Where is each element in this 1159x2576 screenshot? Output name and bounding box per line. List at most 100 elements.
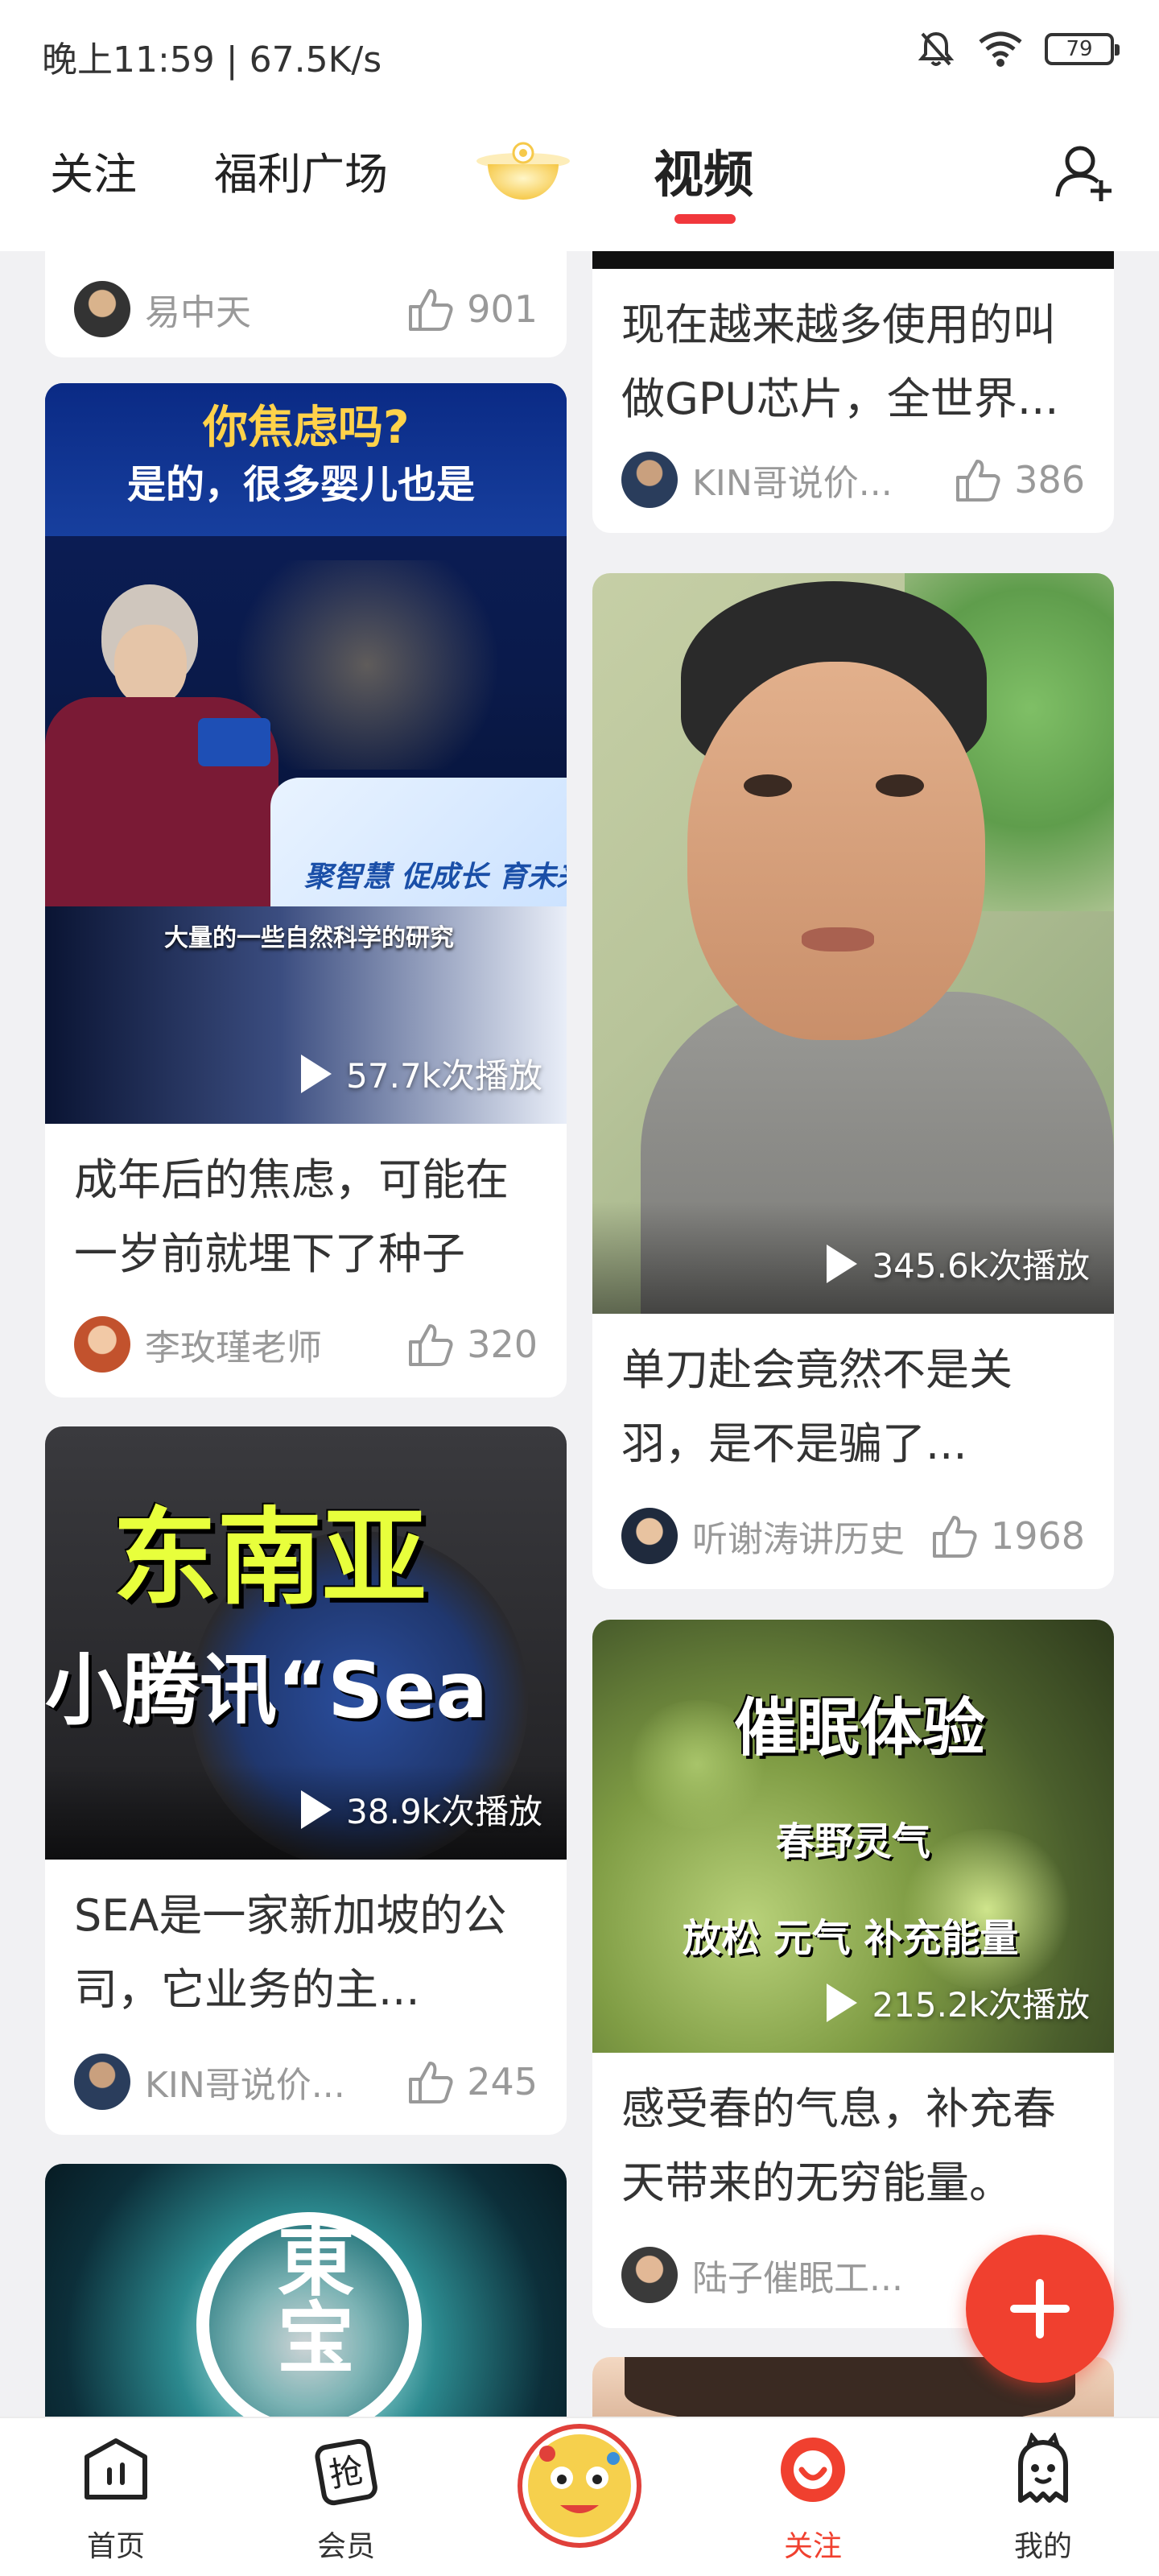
nav-member[interactable]: 抢 会员 [266, 2433, 427, 2565]
thumbs-up-icon [932, 1516, 977, 1558]
active-tab-indicator [674, 214, 736, 224]
thumbnail-subheadline: 小腾讯“Sea [45, 1645, 489, 1736]
thumbnail-subheadline: 春野灵气 [776, 1819, 931, 1864]
status-bar: 晚上11:59 | 67.5K/s 79 [0, 0, 1159, 105]
mute-bell-icon [918, 31, 955, 66]
like-button[interactable]: 320 [406, 1319, 538, 1369]
status-time: 晚上11:59 | 67.5K/s [42, 39, 382, 80]
thumbnail-headline: 东南亚 [113, 1496, 427, 1619]
card-meta: 易中天 901 [74, 279, 538, 340]
nav-follow[interactable]: 关注 [732, 2433, 893, 2565]
thumbs-up-icon [409, 1324, 453, 1366]
play-count-text: 57.7k次播放 [346, 1056, 542, 1096]
like-button[interactable]: 1968 [930, 1511, 1085, 1561]
play-count: 215.2k次播放 [827, 1978, 1090, 2027]
grab-deal-icon: 抢 [315, 2438, 377, 2506]
battery-indicator: 79 [1045, 33, 1120, 65]
like-count: 245 [467, 2060, 538, 2103]
like-count: 386 [1014, 458, 1085, 502]
play-count: 57.7k次播放 [301, 1049, 542, 1098]
thumbnail-subheadline: 是的，很多婴儿也是 [127, 462, 476, 507]
avatar[interactable] [74, 2054, 130, 2110]
like-button[interactable]: 386 [953, 455, 1085, 505]
author-name[interactable]: KIN哥说价... [145, 2056, 406, 2107]
card-meta: KIN哥说价... 386 [621, 449, 1085, 510]
card-meta: 李玫瑾老师 320 [74, 1314, 538, 1375]
add-friend-icon[interactable] [1053, 140, 1117, 204]
tab-welfare-square[interactable]: 福利广场 [214, 138, 388, 202]
video-card[interactable]: 东南亚 小腾讯“Sea 38.9k次播放 SEA是一家新加坡的公司，它业务的主.… [45, 1426, 567, 2135]
thumbnail-logo-text: 東宝 [264, 2220, 354, 2375]
video-thumbnail[interactable]: 你焦虑吗? 是的，很多婴儿也是 聚智慧 促成长 育未来 大量的一些自然科学的研究… [45, 383, 567, 1124]
video-card[interactable]: 易中天 901 [45, 251, 567, 357]
video-card[interactable]: 東宝 [45, 2164, 567, 2417]
nav-me-label: 我的 [1013, 2530, 1072, 2563]
video-thumbnail[interactable]: 345.6k次播放 [592, 573, 1114, 1314]
video-thumbnail[interactable]: 催眠体验 春野灵气 放松 元气 补充能量 215.2k次播放 [592, 1620, 1114, 2053]
video-thumbnail[interactable] [592, 251, 1114, 269]
plus-icon [1010, 2279, 1070, 2339]
video-card[interactable]: 345.6k次播放 单刀赴会竟然不是关羽，是不是骗了... 听谢涛讲历史 196… [592, 573, 1114, 1589]
video-feed: 易中天 901 现在越来越多使用的叫做GPU芯片，全世界... KIN哥说价..… [0, 251, 1159, 2417]
play-count-text: 38.9k次播放 [346, 1792, 542, 1831]
like-count: 1968 [990, 1514, 1085, 1558]
author-name[interactable]: 易中天 [145, 283, 406, 335]
thumbs-up-icon [409, 289, 453, 331]
play-count-text: 345.6k次播放 [872, 1246, 1090, 1286]
top-navigation: 关注 福利广场 视频 [0, 105, 1159, 251]
like-count: 901 [467, 287, 538, 331]
wifi-icon [979, 31, 1022, 67]
video-title[interactable]: 现在越来越多使用的叫做GPU芯片，全世界... [592, 269, 1114, 440]
play-icon [827, 1244, 858, 1283]
nav-center-mascot[interactable] [499, 2421, 660, 2550]
play-icon [301, 1790, 332, 1829]
avatar[interactable] [74, 1316, 130, 1373]
like-button[interactable]: 245 [406, 2057, 538, 2107]
video-thumbnail[interactable]: 东南亚 小腾讯“Sea 38.9k次播放 [45, 1426, 567, 1860]
video-card[interactable]: 催眠体验 春野灵气 放松 元气 补充能量 215.2k次播放 感受春的气息，补充… [592, 1620, 1114, 2328]
nav-home-label: 首页 [86, 2530, 145, 2563]
play-icon [827, 1983, 858, 2022]
video-thumbnail[interactable]: 東宝 [45, 2164, 567, 2417]
video-title[interactable]: 成年后的焦虑，可能在一岁前就埋下了种子 [45, 1124, 567, 1294]
play-count: 38.9k次播放 [301, 1785, 542, 1834]
card-meta: KIN哥说价... 245 [74, 2051, 538, 2112]
play-icon [301, 1054, 332, 1093]
video-card[interactable]: 现在越来越多使用的叫做GPU芯片，全世界... KIN哥说价... 386 [592, 251, 1114, 533]
profile-ghost-icon [1018, 2433, 1068, 2503]
mascot-icon [518, 2424, 641, 2548]
bottom-navigation: 首页 抢 会员 关注 我的 [0, 2417, 1159, 2576]
avatar[interactable] [621, 452, 678, 508]
avatar[interactable] [621, 1508, 678, 1564]
play-count: 345.6k次播放 [827, 1239, 1090, 1288]
author-name[interactable]: KIN哥说价... [692, 454, 953, 506]
author-name[interactable]: 李玫瑾老师 [145, 1319, 406, 1370]
home-icon [85, 2438, 147, 2500]
video-subtitle: 大量的一些自然科学的研究 [164, 924, 454, 952]
thumbnail-headline: 你焦虑吗? [203, 402, 410, 454]
like-button[interactable]: 901 [406, 284, 538, 334]
moon-logo-icon[interactable] [473, 129, 573, 217]
banner-text: 聚智慧 促成长 育未来 [304, 861, 567, 894]
video-title[interactable]: 单刀赴会竟然不是关羽，是不是骗了... [592, 1314, 1114, 1484]
video-card[interactable]: 你焦虑吗? 是的，很多婴儿也是 聚智慧 促成长 育未来 大量的一些自然科学的研究… [45, 383, 567, 1397]
nav-home[interactable]: 首页 [35, 2433, 196, 2565]
avatar[interactable] [74, 281, 130, 337]
thumbnail-headline: 催眠体验 [734, 1692, 986, 1765]
like-count: 320 [467, 1323, 538, 1366]
card-meta: 听谢涛讲历史 1968 [621, 1505, 1085, 1567]
svg-text:抢: 抢 [326, 2450, 366, 2496]
nav-me[interactable]: 我的 [963, 2433, 1124, 2565]
video-title[interactable]: 感受春的气息，补充春天带来的无穷能量。 [592, 2053, 1114, 2223]
follow-active-icon [781, 2438, 845, 2502]
create-post-button[interactable] [966, 2235, 1114, 2383]
video-title[interactable]: SEA是一家新加坡的公司，它业务的主... [45, 1860, 567, 2030]
avatar[interactable] [621, 2247, 678, 2303]
tab-video[interactable]: 视频 [654, 134, 753, 206]
play-count-text: 215.2k次播放 [872, 1985, 1090, 2025]
thumbs-up-icon [956, 460, 1000, 502]
author-name[interactable]: 听谢涛讲历史 [692, 1510, 930, 1562]
tab-follow[interactable]: 关注 [50, 138, 137, 202]
thumbs-up-icon [409, 2062, 453, 2103]
nav-follow-label: 关注 [783, 2530, 842, 2563]
